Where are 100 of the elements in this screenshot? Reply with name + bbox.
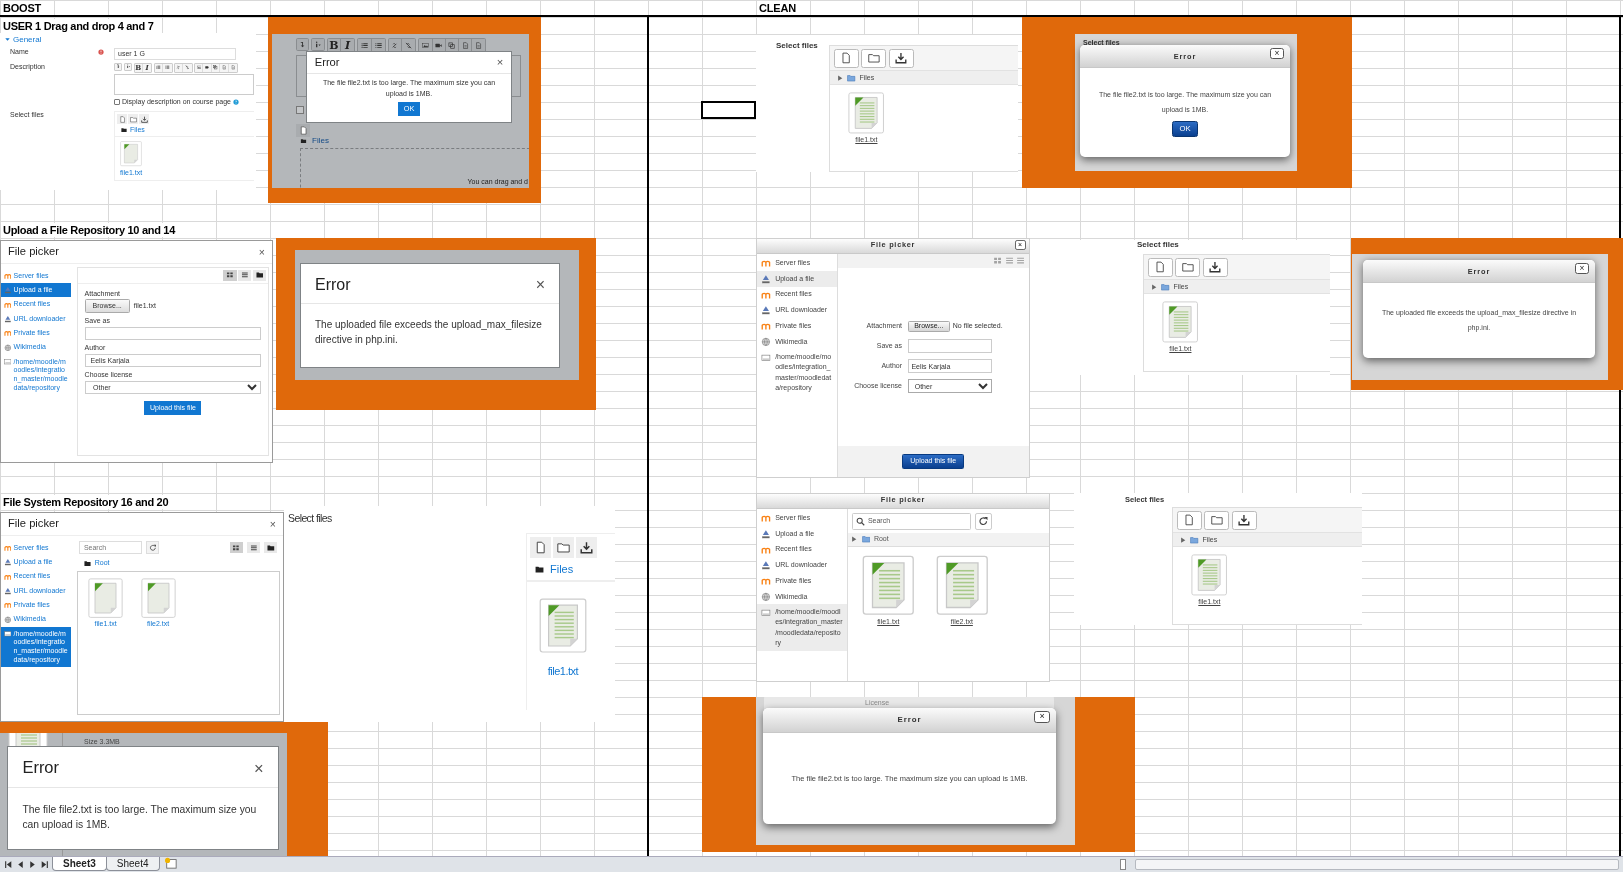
download-icon [1209,261,1222,274]
column-heading: CLEAN [759,1,796,15]
window-title: File picker [8,245,59,259]
toolbar-button[interactable] [296,38,310,51]
details-view-icon[interactable] [1015,256,1025,266]
info-icon [314,40,322,48]
close-button[interactable]: × [535,276,545,293]
upload-icon [761,273,771,284]
upload-icon [3,286,12,294]
m-logo-icon [761,258,771,268]
close-button[interactable]: × [258,246,265,258]
field-label: Select files [1137,240,1179,250]
file-icon[interactable] [1191,554,1228,596]
close-button[interactable]: × [496,57,504,69]
bulleted-list-icon [156,65,161,70]
view-button[interactable] [264,541,278,553]
monitor-icon [3,629,12,638]
close-button[interactable]: × [253,759,264,777]
video-icon [204,65,210,70]
document-icon [221,65,227,70]
expand-icon[interactable] [1149,282,1158,291]
folder-icon [121,127,127,134]
new-folder-icon [1210,514,1223,527]
text-field[interactable] [84,326,262,340]
file-name-link[interactable]: file1.txt [547,665,579,679]
view-button[interactable] [252,269,267,281]
scrollbar[interactable] [1135,859,1619,870]
caret-icon[interactable] [4,36,11,44]
new-sheet-icon[interactable] [163,857,178,869]
globe-icon [3,343,12,352]
close-button[interactable]: × [269,518,276,530]
section-title: File System Repository 16 and 20 [3,495,171,509]
checkbox[interactable] [296,106,304,114]
view-button[interactable] [229,541,243,553]
image-icon [196,65,202,70]
sheet-tab[interactable]: Sheet4 [105,857,160,871]
expand-icon[interactable] [835,73,844,82]
expand-icon[interactable] [1178,535,1187,544]
list-view-icon [240,271,249,280]
file-icon[interactable] [862,555,915,616]
grid-view-icon [232,543,240,552]
file-icon[interactable] [848,92,885,134]
text-field[interactable] [907,338,992,353]
close-button[interactable]: × [1574,262,1590,275]
toolbar-button[interactable] [1202,257,1228,277]
file-icon[interactable] [120,141,143,167]
numbered-list-icon [374,41,382,49]
bulleted-list-icon [360,41,368,49]
copy-icon [213,65,218,70]
globe-icon [761,336,771,347]
unlink-icon [405,41,413,49]
folder-icon [535,565,544,575]
document-icon [230,65,236,70]
file-icon[interactable] [539,598,587,654]
checkbox[interactable] [114,98,120,105]
folder-icon [83,559,91,567]
grid-view-icon[interactable] [993,256,1003,266]
dialog-title: Error [314,56,340,70]
refresh-icon [978,516,989,527]
close-button[interactable]: × [1269,47,1285,60]
refresh-button[interactable] [145,540,160,554]
toolbar-button[interactable] [576,537,597,558]
new-file-icon [840,52,853,65]
italic-button[interactable]: I [340,39,355,52]
file-icon[interactable] [1162,301,1199,343]
help-icon[interactable] [232,98,239,105]
file-icon[interactable] [140,578,176,619]
expand-icon[interactable] [850,535,859,544]
section-toggle[interactable]: General [13,35,42,45]
folder-link[interactable]: Files [550,563,574,577]
list-view-icon[interactable] [1004,256,1014,266]
monitor-icon [3,357,12,366]
download-icon [140,115,148,123]
close-button[interactable]: × [1034,711,1050,724]
upload-icon [761,305,771,316]
sheet-tab[interactable]: Sheet3 [52,857,107,871]
last-sheet-icon[interactable] [40,860,49,869]
view-button[interactable] [223,269,237,281]
window-title: File picker [8,517,59,531]
toolbar-button[interactable] [1231,510,1257,530]
refresh-button[interactable] [974,512,993,531]
link-icon [391,41,399,49]
section-title: Upload a File Repository 10 and 14 [3,223,177,237]
split-handle[interactable] [1120,859,1126,870]
file-icon[interactable] [88,578,124,619]
upload-icon [3,558,12,566]
m-logo-icon [3,543,12,552]
toolbar-button[interactable] [139,114,149,125]
next-sheet-icon[interactable] [28,860,37,869]
folder-view-icon [266,543,275,552]
first-sheet-icon[interactable] [4,860,13,869]
dialog-title: Error [22,758,59,779]
dialog-title: Error [315,275,351,295]
arrow-icon [299,40,307,48]
toolbar-button[interactable] [888,48,914,68]
new-file-icon [1183,514,1196,527]
file-icon[interactable] [935,555,988,616]
cell-selection[interactable] [701,101,756,119]
previous-sheet-icon[interactable] [16,860,25,869]
new-folder-icon [867,52,880,65]
